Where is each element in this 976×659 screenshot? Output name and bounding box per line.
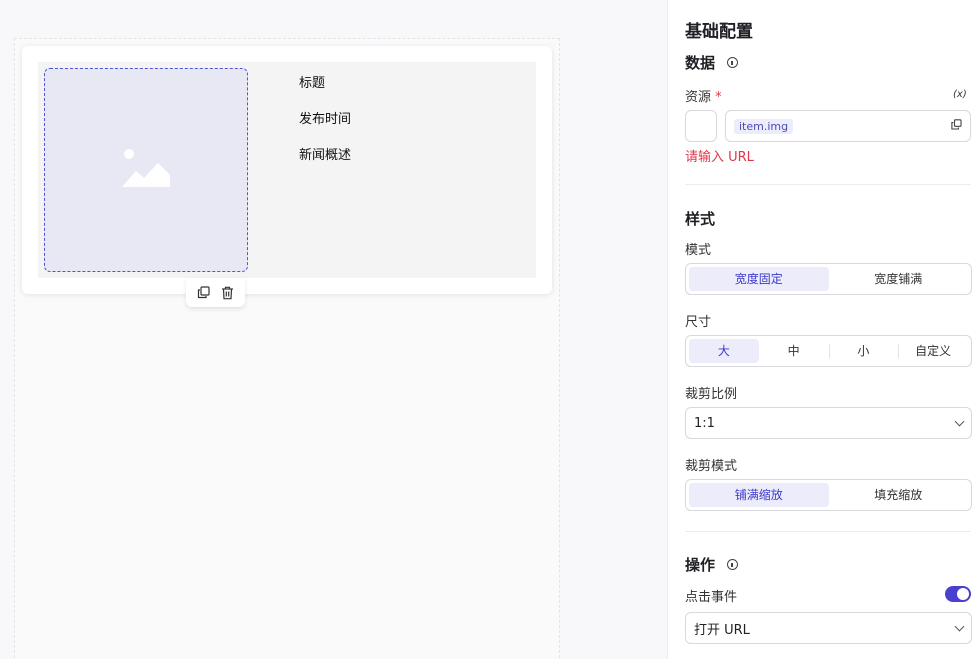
delete-icon[interactable] xyxy=(219,285,235,301)
size-label: 尺寸 xyxy=(685,315,712,330)
crop-mode-segmented: 铺满缩放 填充缩放 xyxy=(685,479,972,511)
resource-error-text: 请输入 URL xyxy=(685,150,754,165)
panel-title: 基础配置 xyxy=(685,22,753,42)
crop-mode-label: 裁剪模式 xyxy=(685,459,738,474)
chevron-down-icon xyxy=(954,416,965,426)
copy-icon[interactable] xyxy=(951,118,962,134)
chevron-down-icon xyxy=(954,621,965,631)
news-card[interactable]: 标题 发布时间 新闻概述 xyxy=(22,46,552,294)
mode-option-full-width[interactable]: 宽度铺满 xyxy=(829,267,969,291)
crop-ratio-select[interactable]: 1:1 xyxy=(685,407,972,439)
action-info-icon[interactable] xyxy=(727,559,738,570)
size-segmented: 大 中 小 自定义 xyxy=(685,335,972,367)
card-title-text: 标题 xyxy=(299,76,326,91)
image-icon xyxy=(122,147,170,193)
resource-label: 资源 * xyxy=(685,86,722,105)
copy-icon[interactable] xyxy=(196,285,212,301)
resource-tag: item.img xyxy=(734,118,794,134)
click-action-value: 打开 URL xyxy=(694,622,750,638)
config-panel: 基础配置 数据 资源 * (x) item.img 请输入 URL 样式 模式 … xyxy=(667,0,976,659)
crop-ratio-label: 裁剪比例 xyxy=(685,387,738,402)
mode-label: 模式 xyxy=(685,243,712,258)
size-option-custom[interactable]: 自定义 xyxy=(898,339,968,363)
card-publish-time-text: 发布时间 xyxy=(299,112,352,127)
card-content: 标题 发布时间 新闻概述 xyxy=(38,62,536,278)
variable-icon[interactable]: (x) xyxy=(953,89,967,100)
required-mark: * xyxy=(715,90,722,105)
crop-mode-option-contain[interactable]: 填充缩放 xyxy=(829,483,969,507)
card-summary-text: 新闻概述 xyxy=(299,148,352,163)
action-section-title: 操作 xyxy=(685,556,716,574)
click-event-label: 点击事件 xyxy=(685,590,738,605)
data-info-icon[interactable] xyxy=(727,57,738,68)
card-text-list: 标题 发布时间 新闻概述 xyxy=(299,76,351,184)
click-event-toggle[interactable] xyxy=(945,586,971,602)
data-section-title: 数据 xyxy=(685,54,716,72)
size-option-medium[interactable]: 中 xyxy=(759,339,829,363)
style-section-title: 样式 xyxy=(685,210,716,228)
mode-option-fixed-width[interactable]: 宽度固定 xyxy=(689,267,829,291)
image-placeholder[interactable] xyxy=(44,68,248,272)
card-toolbar xyxy=(186,278,245,307)
resource-input[interactable]: item.img xyxy=(725,110,971,142)
size-option-small[interactable]: 小 xyxy=(828,339,899,363)
divider xyxy=(685,531,971,532)
resource-label-text: 资源 xyxy=(685,90,712,105)
divider xyxy=(685,184,971,185)
crop-mode-option-cover[interactable]: 铺满缩放 xyxy=(689,483,829,507)
resource-image-picker[interactable] xyxy=(685,110,717,142)
mode-segmented: 宽度固定 宽度铺满 xyxy=(685,263,972,295)
crop-ratio-value: 1:1 xyxy=(694,415,715,431)
size-option-large[interactable]: 大 xyxy=(689,339,759,363)
click-action-select[interactable]: 打开 URL xyxy=(685,612,972,644)
